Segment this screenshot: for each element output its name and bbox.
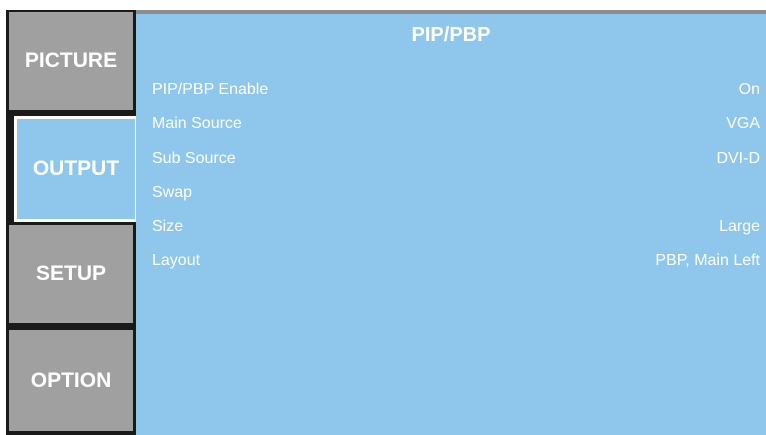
menu-item-value: PBP, Main Left bbox=[655, 252, 760, 269]
menu-item-label: Size bbox=[152, 218, 184, 235]
tab-output[interactable]: OUTPUT bbox=[14, 116, 138, 222]
menu-item-label: Main Source bbox=[152, 115, 242, 132]
menu-item-value: VGA bbox=[726, 115, 760, 132]
osd-menu: PICTURE OUTPUT SETUP OPTION PIP/PBP PIP/… bbox=[6, 10, 766, 435]
tab-output-label: OUTPUT bbox=[32, 157, 120, 180]
tab-setup-label: SETUP bbox=[35, 262, 106, 285]
menu-item-label: Sub Source bbox=[152, 150, 236, 167]
menu-item-value: DVI-D bbox=[716, 150, 760, 167]
menu-item-label: Layout bbox=[152, 252, 201, 269]
tab-option[interactable]: OPTION bbox=[9, 330, 133, 431]
menu-item-layout[interactable]: Layout PBP, Main Left bbox=[152, 249, 760, 273]
menu-item-sub-source[interactable]: Sub Source DVI-D bbox=[152, 147, 760, 171]
menu-item-size[interactable]: Size Large bbox=[152, 215, 760, 239]
menu-item-swap[interactable]: Swap bbox=[152, 181, 760, 205]
tab-setup[interactable]: SETUP bbox=[9, 225, 133, 323]
menu-item-value: Large bbox=[719, 218, 760, 235]
tab-picture[interactable]: PICTURE bbox=[9, 12, 133, 110]
pip-pbp-panel: PIP/PBP PIP/PBP Enable On Main Source VG… bbox=[136, 14, 766, 435]
panel-title: PIP/PBP bbox=[411, 24, 491, 46]
menu-item-label: Swap bbox=[152, 184, 193, 201]
menu-item-pip-pbp-enable[interactable]: PIP/PBP Enable On bbox=[152, 78, 760, 102]
tab-picture-label: PICTURE bbox=[24, 49, 118, 72]
tab-option-label: OPTION bbox=[30, 368, 112, 392]
menu-item-value: On bbox=[738, 81, 760, 98]
menu-item-main-source[interactable]: Main Source VGA bbox=[152, 112, 760, 136]
menu-item-label: PIP/PBP Enable bbox=[152, 81, 269, 98]
